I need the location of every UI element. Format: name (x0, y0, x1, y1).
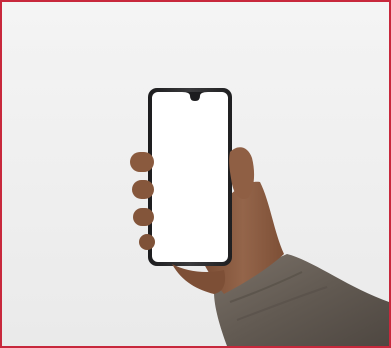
smartphone (148, 88, 232, 266)
phone-screen (152, 92, 228, 262)
hand-holding-phone-photo (2, 2, 389, 346)
finger-4 (139, 234, 155, 250)
finger-2 (132, 180, 154, 199)
finger-1 (130, 152, 154, 172)
image-frame (0, 0, 391, 348)
finger-3 (133, 208, 154, 226)
